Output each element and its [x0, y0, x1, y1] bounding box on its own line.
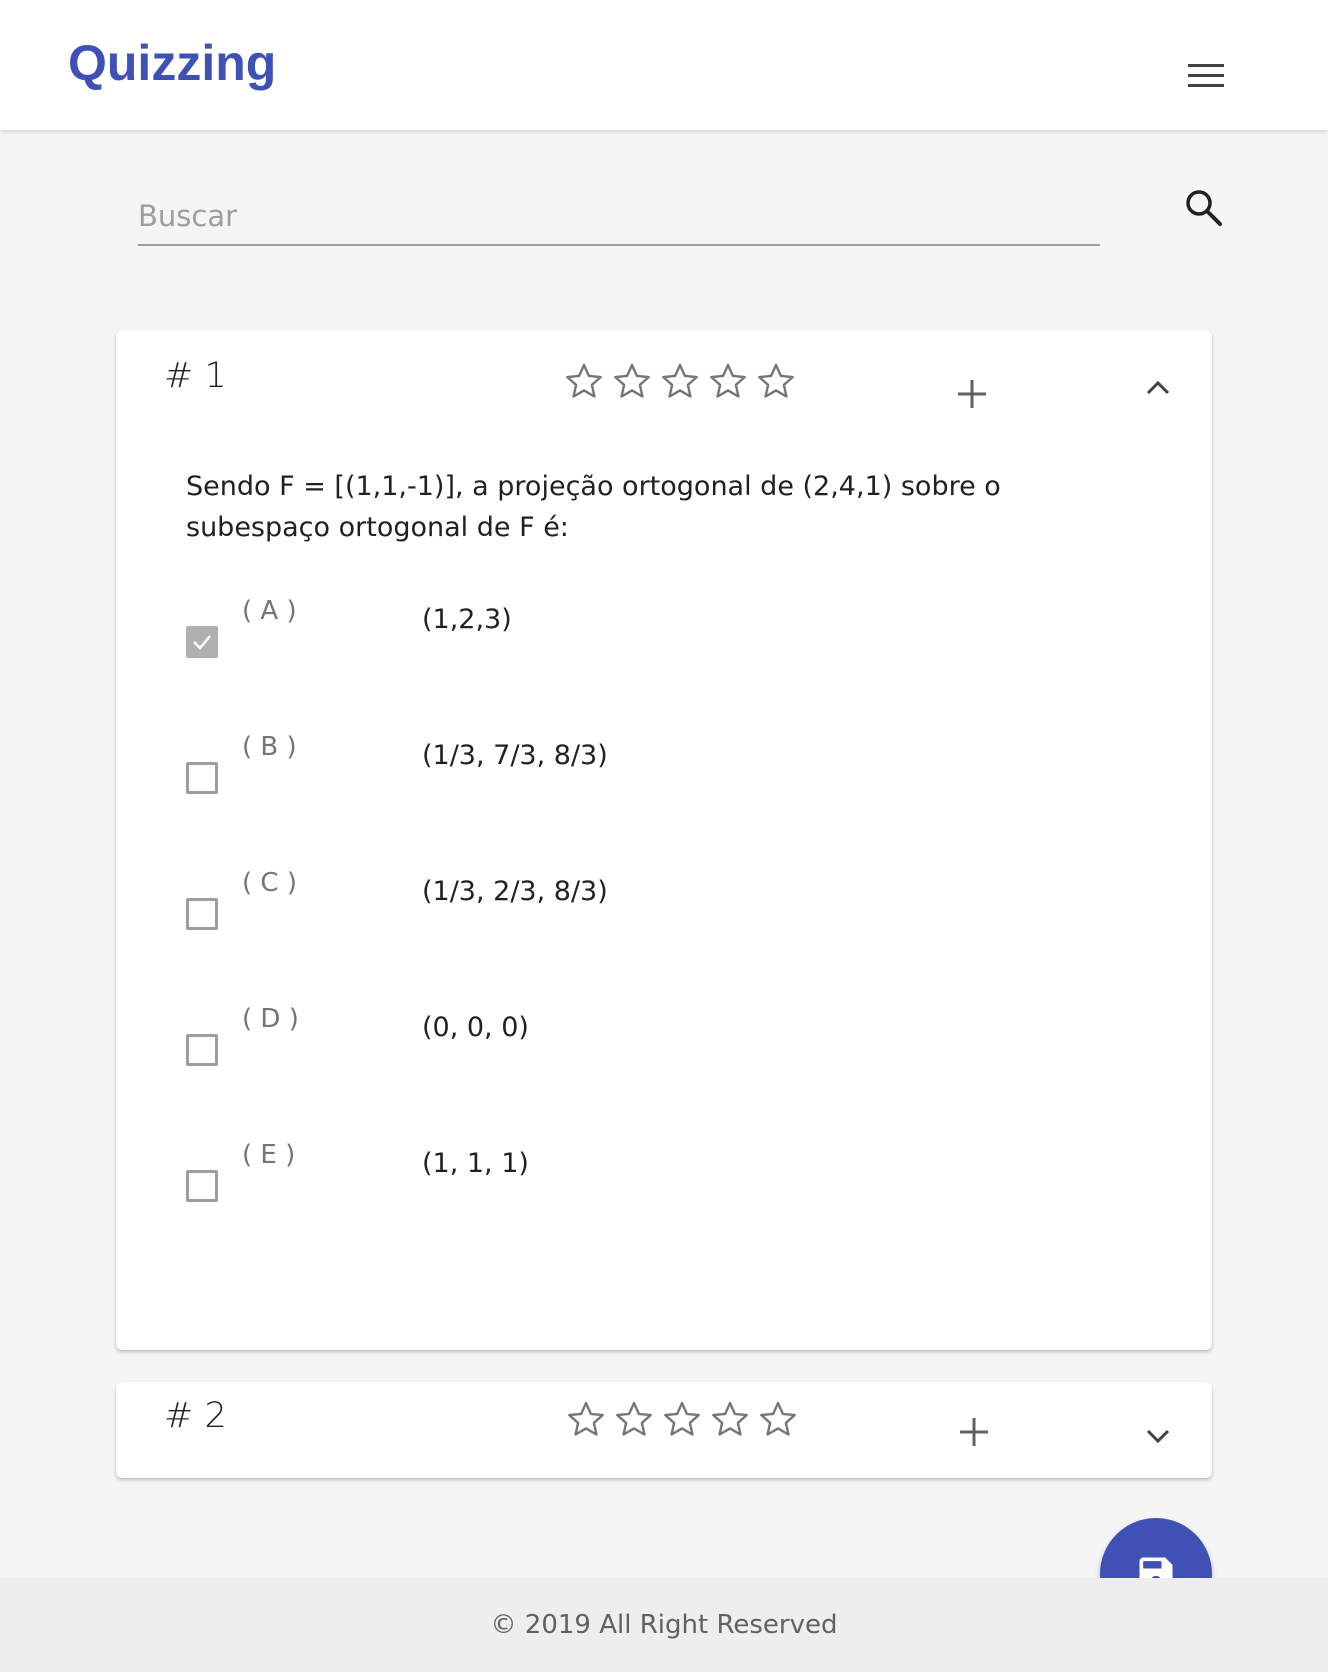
option-checkbox[interactable] — [186, 626, 218, 658]
rating-stars — [562, 360, 808, 404]
option-c[interactable]: ( C ) (1/3, 2/3, 8/3) — [186, 868, 886, 952]
option-checkbox[interactable] — [186, 1034, 218, 1066]
plus-icon — [958, 380, 986, 408]
option-d[interactable]: ( D ) (0, 0, 0) — [186, 1004, 886, 1088]
option-text: (1,2,3) — [422, 604, 512, 635]
star-icon[interactable] — [708, 1398, 752, 1442]
star-icon[interactable] — [564, 1398, 608, 1442]
footer: © 2019 All Right Reserved — [0, 1578, 1328, 1672]
option-letter: ( A ) — [242, 596, 297, 626]
option-text: (0, 0, 0) — [422, 1012, 529, 1043]
star-icon[interactable] — [706, 360, 750, 404]
copyright-text: © 2019 All Right Reserved — [490, 1610, 838, 1640]
option-text: (1, 1, 1) — [422, 1148, 529, 1179]
question-number: # 1 — [164, 356, 227, 396]
hamburger-menu-icon — [1188, 64, 1224, 87]
app-header: Quizzing — [0, 0, 1328, 130]
option-text: (1/3, 7/3, 8/3) — [422, 740, 608, 771]
question-text: Sendo F = [(1,1,-1)], a projeção ortogon… — [186, 471, 1001, 543]
option-letter: ( C ) — [242, 868, 297, 898]
brand-logo[interactable]: Quizzing — [68, 34, 276, 92]
chevron-up-icon — [1146, 380, 1170, 395]
star-icon[interactable] — [612, 1398, 656, 1442]
search-bar — [138, 180, 1100, 246]
option-letter: ( B ) — [242, 732, 297, 762]
rating-stars — [564, 1398, 810, 1442]
option-e[interactable]: ( E ) (1, 1, 1) — [186, 1140, 886, 1224]
add-button[interactable] — [954, 376, 990, 412]
star-icon[interactable] — [658, 360, 702, 404]
question-number: # 2 — [164, 1396, 227, 1436]
plus-icon — [960, 1418, 988, 1446]
collapse-button[interactable] — [1142, 372, 1174, 404]
option-checkbox[interactable] — [186, 1170, 218, 1202]
option-letter: ( E ) — [242, 1140, 296, 1170]
search-button[interactable] — [1182, 186, 1226, 230]
chevron-down-icon — [1146, 1429, 1170, 1444]
search-icon — [1186, 190, 1222, 226]
expand-button[interactable] — [1142, 1420, 1174, 1452]
option-b[interactable]: ( B ) (1/3, 7/3, 8/3) — [186, 732, 886, 816]
question-card-2: # 2 — [116, 1382, 1212, 1478]
option-checkbox[interactable] — [186, 762, 218, 794]
search-input[interactable] — [138, 180, 1100, 246]
check-icon — [193, 635, 211, 650]
option-letter: ( D ) — [242, 1004, 299, 1034]
star-icon[interactable] — [756, 1398, 800, 1442]
option-checkbox[interactable] — [186, 898, 218, 930]
star-icon[interactable] — [610, 360, 654, 404]
star-icon[interactable] — [754, 360, 798, 404]
option-a[interactable]: ( A ) (1,2,3) — [186, 596, 886, 680]
star-icon[interactable] — [660, 1398, 704, 1442]
star-icon[interactable] — [562, 360, 606, 404]
add-button[interactable] — [956, 1414, 992, 1450]
option-text: (1/3, 2/3, 8/3) — [422, 876, 608, 907]
menu-button[interactable] — [1180, 56, 1232, 96]
question-card-1: # 1 Sendo F = [(1,1,-1)], a projeção ort… — [116, 330, 1212, 1350]
